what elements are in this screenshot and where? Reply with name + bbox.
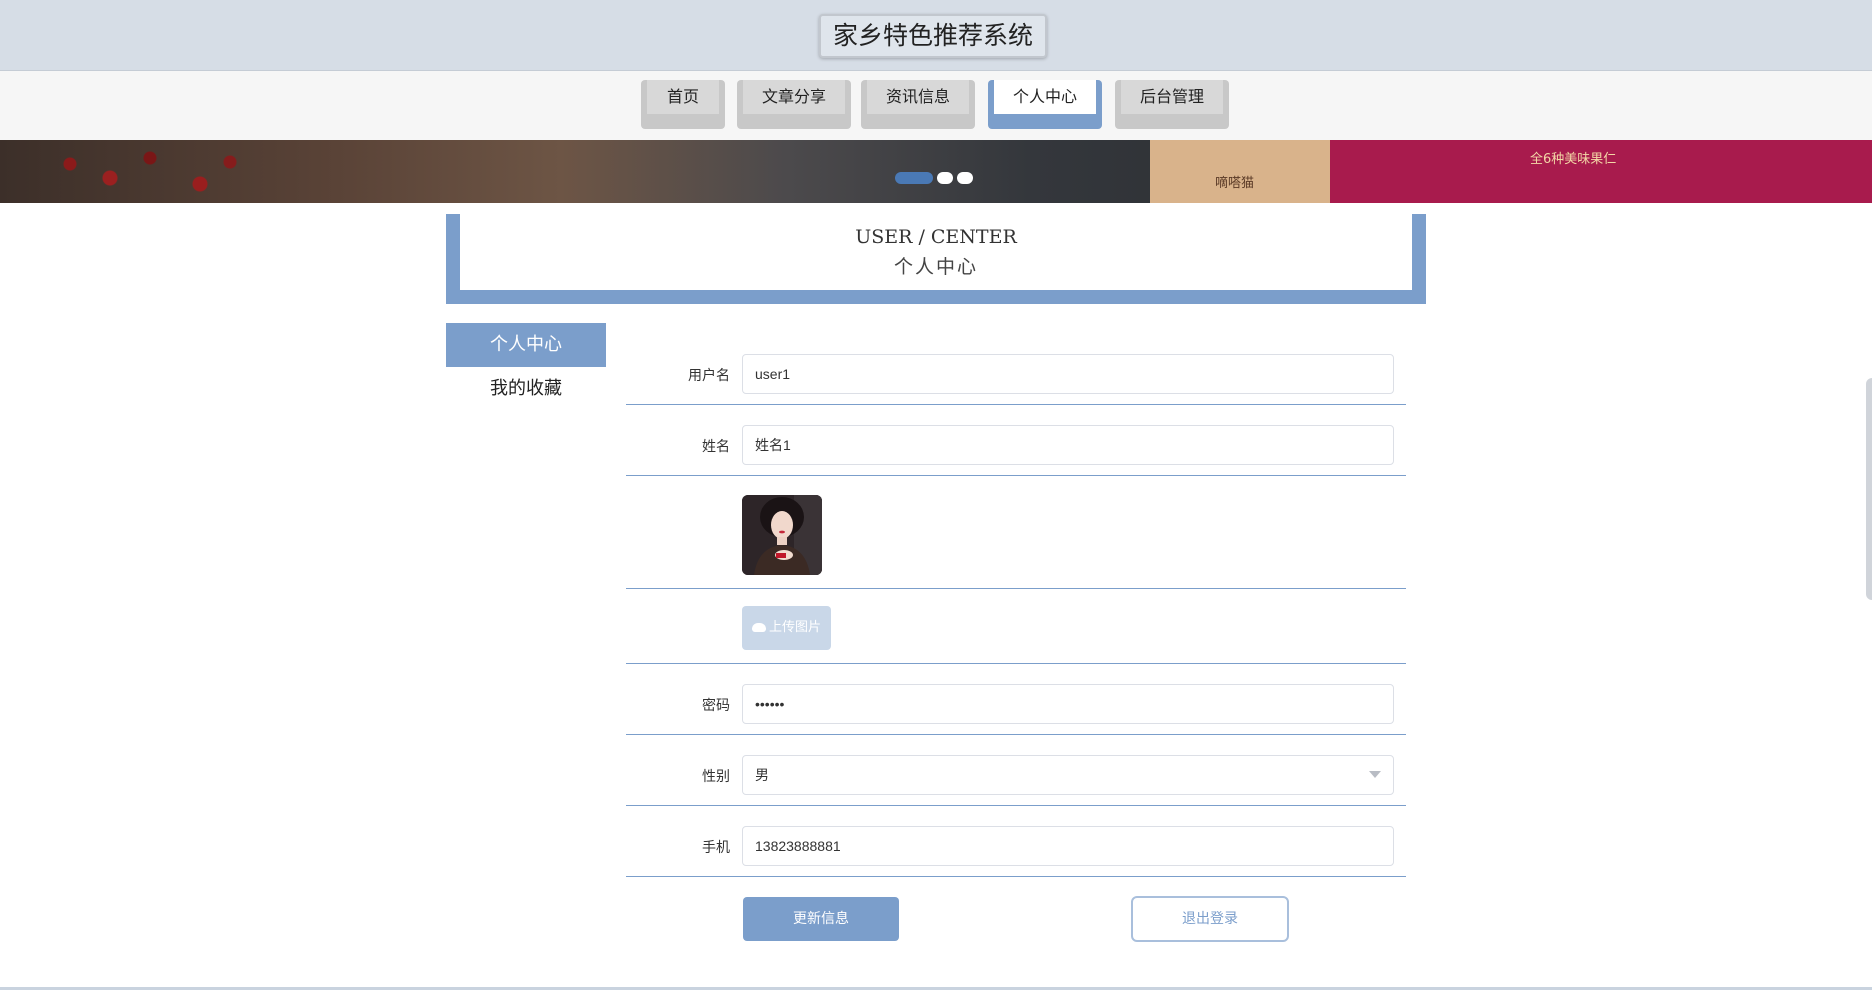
- upload-button-label: 上传图片: [769, 620, 822, 635]
- form-row-username: 用户名 user1: [626, 341, 1406, 405]
- section-title-en: USER / CENTER: [855, 226, 1017, 248]
- nav-item-label: 个人中心: [994, 80, 1096, 114]
- name-label: 姓名: [702, 439, 730, 455]
- avatar-image[interactable]: [742, 495, 822, 575]
- username-label: 用户名: [688, 368, 730, 384]
- gender-label: 性别: [702, 769, 730, 785]
- form-row-password: 密码 ••••••: [626, 663, 1406, 735]
- nav-item-admin[interactable]: 后台管理: [1115, 80, 1229, 129]
- username-input[interactable]: user1: [742, 354, 1394, 394]
- nav-item-label: 后台管理: [1121, 80, 1223, 114]
- form-row-upload: 上传图片: [626, 588, 1406, 664]
- site-title: 家乡特色推荐系统: [819, 14, 1048, 58]
- nav-item-label: 文章分享: [743, 80, 845, 114]
- nav-item-articles[interactable]: 文章分享: [737, 80, 851, 129]
- form-row-phone: 手机 13823888881: [626, 805, 1406, 877]
- top-header-bar: 家乡特色推荐系统: [0, 0, 1872, 71]
- section-title-cn: 个人中心: [893, 256, 978, 278]
- nav-item-label: 首页: [647, 80, 719, 114]
- section-header: USER / CENTER 个人中心: [446, 214, 1426, 304]
- cloud-upload-icon: [752, 623, 766, 632]
- banner-box-text: 嘀嗒猫: [1215, 176, 1255, 191]
- phone-label: 手机: [702, 840, 730, 856]
- logout-button[interactable]: 退出登录: [1131, 896, 1289, 942]
- avatar-portrait-icon: [742, 495, 822, 575]
- nav-item-news[interactable]: 资讯信息: [861, 80, 975, 129]
- form-row-gender: 性别 男: [626, 734, 1406, 806]
- form-row-name: 姓名 姓名1: [626, 404, 1406, 476]
- nav-item-label: 资讯信息: [867, 80, 969, 114]
- carousel-dot-3[interactable]: [957, 172, 973, 184]
- side-menu-favorites[interactable]: 我的收藏: [446, 367, 606, 411]
- main-nav: 首页 文章分享 资讯信息 个人中心 后台管理: [0, 71, 1872, 140]
- upload-image-button[interactable]: 上传图片: [742, 606, 832, 650]
- password-label: 密码: [702, 698, 730, 714]
- banner-pack-text: 全6种美味果仁: [1530, 152, 1617, 167]
- form-row-avatar: [626, 475, 1406, 589]
- banner-berries-image: [40, 144, 280, 203]
- nav-item-user-center[interactable]: 个人中心: [988, 80, 1102, 129]
- carousel-dot-1[interactable]: [895, 172, 933, 184]
- banner-carousel: 嘀嗒猫 全6种美味果仁: [0, 140, 1872, 203]
- gender-select[interactable]: 男: [742, 755, 1394, 795]
- nav-item-home[interactable]: 首页: [641, 80, 725, 129]
- password-input[interactable]: ••••••: [742, 684, 1394, 724]
- update-info-button[interactable]: 更新信息: [743, 897, 899, 941]
- name-input[interactable]: 姓名1: [742, 425, 1394, 465]
- gender-select-value: 男: [755, 767, 769, 783]
- side-scroll-handle[interactable]: [1866, 378, 1872, 600]
- side-menu-user-center[interactable]: 个人中心: [446, 323, 606, 367]
- carousel-dot-2[interactable]: [937, 172, 953, 184]
- phone-input[interactable]: 13823888881: [742, 826, 1394, 866]
- chevron-down-icon: [1369, 771, 1381, 778]
